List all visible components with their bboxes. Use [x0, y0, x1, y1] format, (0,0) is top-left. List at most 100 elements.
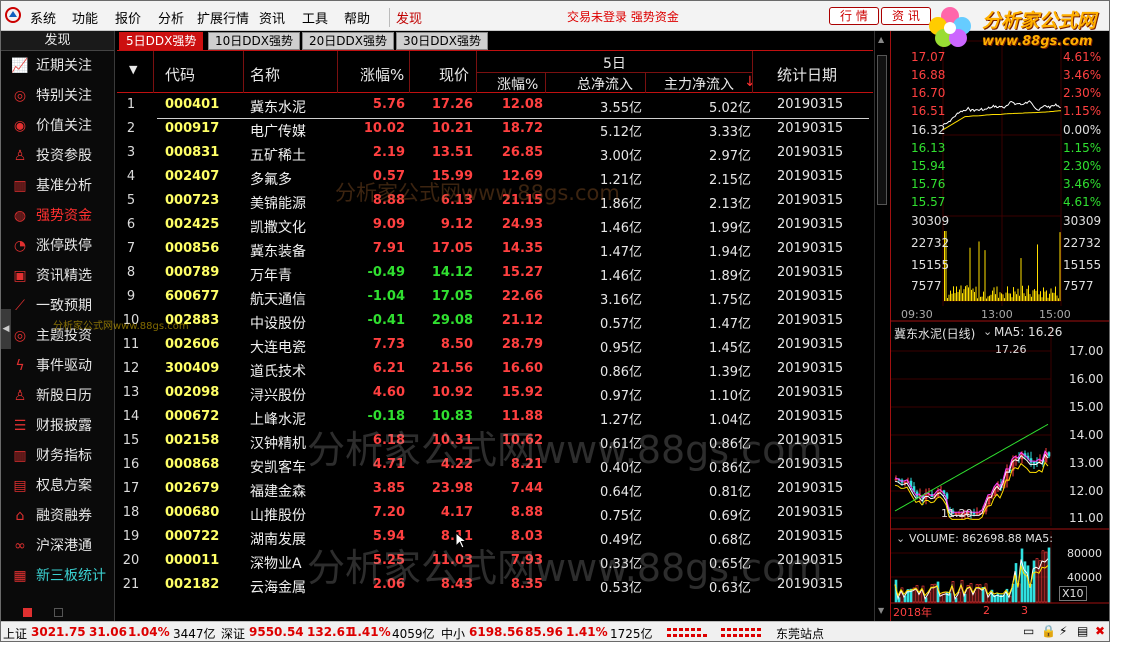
sidebar-item[interactable]: ◔ 涨停跌停 — [1, 231, 114, 261]
sidebar-item[interactable]: ▥ 基准分析 — [1, 171, 114, 201]
header-change[interactable]: 涨幅% — [360, 64, 404, 85]
table-row[interactable]: 15 002158 汉钟精机 6.18 10.31 10.62 0.61亿 0.86亿 2019… — [117, 430, 873, 454]
sidebar-item[interactable]: ◎ 特别关注 — [1, 81, 114, 111]
scroll-down-icon[interactable]: ▼ — [878, 606, 884, 615]
sidebar-item[interactable]: ▥ 财务指标 — [1, 441, 114, 471]
sidebar-item[interactable]: ▦ 新三板统计 — [1, 561, 114, 591]
table-row[interactable]: 19000722湖南发展5.948.118.030.49亿0.68亿201903… — [117, 526, 873, 550]
net-inflow: 0.86亿 — [600, 365, 642, 380]
main-inflow: 0.65亿 — [709, 557, 751, 572]
sidebar-item[interactable]: ∞ 沪深港通 — [1, 531, 114, 561]
index-sh-name[interactable]: 上证 — [3, 625, 27, 641]
tab-30day[interactable]: 30日DDX强势 — [396, 32, 488, 50]
app-logo-icon[interactable] — [5, 7, 21, 23]
page-dot[interactable] — [54, 608, 63, 617]
candle-body — [1029, 458, 1033, 463]
scroll-up-icon[interactable]: ▲ — [878, 35, 884, 44]
table-row[interactable]: 12 300409 道氏技术 6.21 21.56 16.60 0.86亿 1.39亿 2019… — [117, 358, 873, 382]
index-zx-name[interactable]: 中小 — [441, 625, 465, 641]
header-name[interactable]: 名称 — [250, 64, 280, 85]
table-row[interactable]: 11 002606 大连电瓷 7.73 8.50 28.79 0.95亿 1.45亿 20190… — [117, 334, 873, 358]
index-sz-name[interactable]: 深证 — [221, 625, 245, 641]
quotes-button[interactable]: 行 情 — [829, 7, 879, 25]
change-pct: -1.04 — [367, 289, 405, 304]
row-index: 4 — [126, 169, 136, 184]
header-price[interactable]: 现价 — [439, 64, 469, 85]
current-price: 10.83 — [431, 409, 473, 424]
menu-tools[interactable]: 工具 — [302, 8, 328, 27]
stock-name: 湖南发展 — [250, 532, 306, 548]
sidebar-item[interactable]: ♙ 投资参股 — [1, 141, 114, 171]
table-row[interactable]: 9 600677 航天通信 -1.04 17.05 22.66 3.16亿 1.75亿 2019… — [117, 286, 873, 310]
row-index: 19 — [122, 529, 140, 544]
table-row[interactable]: 6 002425 凯撒文化 9.09 9.12 24.93 1.46亿 1.99亿 201903… — [117, 214, 873, 238]
intraday-volume-bar — [1035, 290, 1037, 301]
menu-system[interactable]: 系统 — [30, 8, 56, 27]
scroll-thumb[interactable] — [877, 55, 887, 205]
menu-function[interactable]: 功能 — [72, 8, 98, 27]
sort-menu-icon[interactable]: ▼ — [129, 63, 137, 76]
stock-name: 汉钟精机 — [250, 436, 306, 452]
intraday-volume-bar — [954, 293, 956, 301]
table-row[interactable]: 3 000831 五矿稀土 2.19 13.51 26.85 3.00亿 2.97亿 20190… — [117, 142, 873, 166]
sidebar-item[interactable]: ◉ 价值关注 — [1, 111, 114, 141]
bank-icon: ⌂ — [15, 508, 25, 524]
server-site[interactable]: 东莞站点 — [776, 625, 824, 641]
lock-icon[interactable]: 🔒 — [1041, 624, 1056, 638]
sort-desc-icon[interactable]: ↓ — [744, 74, 756, 90]
sidebar-header[interactable]: 发现 — [1, 31, 114, 51]
sidebar-item[interactable]: 📈 近期关注 — [1, 51, 114, 81]
sidebar-item[interactable]: ⟋ 一致预期 — [1, 291, 114, 321]
sidebar-item[interactable]: ☰ 财报披露 — [1, 411, 114, 441]
menu-help[interactable]: 帮助 — [344, 8, 370, 27]
table-row[interactable]: 13 002098 浔兴股份 4.60 10.92 15.92 0.97亿 1.10亿 2019… — [117, 382, 873, 406]
header-5day-change[interactable]: 涨幅% — [497, 74, 538, 94]
header-code[interactable]: 代码 — [165, 64, 195, 85]
menu-analysis[interactable]: 分析 — [158, 8, 184, 27]
page-dot[interactable] — [23, 608, 32, 617]
menu-discover[interactable]: 发现 — [389, 8, 422, 27]
volume-chevron-icon[interactable]: ⌄ — [896, 532, 905, 545]
sidebar-item[interactable]: ⌂ 融资融券 — [1, 501, 114, 531]
tab-20day[interactable]: 20日DDX强势 — [302, 32, 394, 50]
table-row[interactable]: 14 000672 上峰水泥 -0.18 10.83 11.88 1.27亿 1.04亿 201… — [117, 406, 873, 430]
menu-news[interactable]: 资讯 — [259, 8, 285, 27]
menu-extended[interactable]: 扩展行情 — [197, 8, 249, 27]
table-row[interactable]: 5 000723 美锦能源 8.88 6.13 21.15 1.86亿 2.13亿 201903… — [117, 190, 873, 214]
intraday-volume-label: 7577 — [911, 279, 942, 293]
date-label: 2018年 — [893, 606, 932, 619]
sidebar-item[interactable]: ϟ 事件驱动 — [1, 351, 114, 381]
table-row[interactable]: 16 000868 安凯客车 4.71 4.22 8.21 0.40亿 0.86亿 201903… — [117, 454, 873, 478]
intraday-volume-bar — [1044, 291, 1046, 301]
table-row[interactable]: 18 000680 山推股份 7.20 4.17 8.88 0.75亿 0.69亿 201903… — [117, 502, 873, 526]
sidebar-item[interactable]: ▣ 资讯精选 — [1, 261, 114, 291]
tab-5day[interactable]: 5日DDX强势 — [119, 32, 204, 50]
sidebar-item[interactable]: ▤ 权息方案 — [1, 471, 114, 501]
table-row[interactable]: 17 002679 福建金森 3.85 23.98 7.44 0.64亿 0.81亿 20190… — [117, 478, 873, 502]
sidebar-item[interactable]: ◎ 主题投资 — [1, 321, 114, 351]
menu-quote[interactable]: 报价 — [115, 8, 141, 27]
chevron-down-icon[interactable]: ⌄ — [983, 325, 992, 338]
table-row[interactable]: 4 002407 多氟多 0.57 15.99 12.69 1.21亿 2.15亿 201903… — [117, 166, 873, 190]
sidebar-collapse-icon[interactable]: ◀ — [1, 309, 11, 349]
table-row[interactable]: 10 002883 中设股份 -0.41 29.08 21.12 0.57亿 1.47亿 201… — [117, 310, 873, 334]
close-icon[interactable]: ✖ — [1095, 624, 1105, 638]
sidebar-item[interactable]: ◍ 强势资金 — [1, 201, 114, 231]
sidebar-item[interactable]: ♙ 新股日历 — [1, 381, 114, 411]
header-date[interactable]: 统计日期 — [777, 64, 837, 85]
tab-10day[interactable]: 10日DDX强势 — [208, 32, 300, 50]
window-icon[interactable]: ▭ — [1023, 624, 1034, 638]
table-row[interactable]: 1 000401 冀东水泥 5.76 17.26 12.08 3.55亿 5.02亿 20190… — [117, 94, 873, 118]
change-pct: 6.21 — [372, 361, 405, 376]
alert-icon[interactable]: ▤ — [1077, 624, 1088, 638]
header-net-inflow[interactable]: 总净流入 — [577, 74, 633, 94]
table-row[interactable]: 7 000856 冀东装备 7.91 17.05 14.35 1.47亿 1.94亿 20190… — [117, 238, 873, 262]
table-row[interactable]: 20 000011 深物业A 5.25 11.03 7.93 0.33亿 0.65亿 20190… — [117, 550, 873, 574]
header-main-inflow[interactable]: 主力净流入 — [664, 74, 734, 94]
table-row[interactable]: 8 000789 万年青 -0.49 14.12 15.27 1.46亿 1.89亿 20190… — [117, 262, 873, 286]
table-scrollbar[interactable]: ▲ ▼ — [874, 31, 889, 621]
table-row[interactable]: 21 002182 云海金属 2.06 8.43 8.35 0.53亿 0.63亿 201903… — [117, 574, 873, 598]
lightning-icon[interactable]: ⚡ — [1059, 624, 1067, 638]
intraday-volume-bar — [1022, 285, 1023, 301]
table-row[interactable]: 2 000917 电广传媒 10.02 10.21 18.72 5.12亿 3.33亿 2019… — [117, 118, 873, 142]
